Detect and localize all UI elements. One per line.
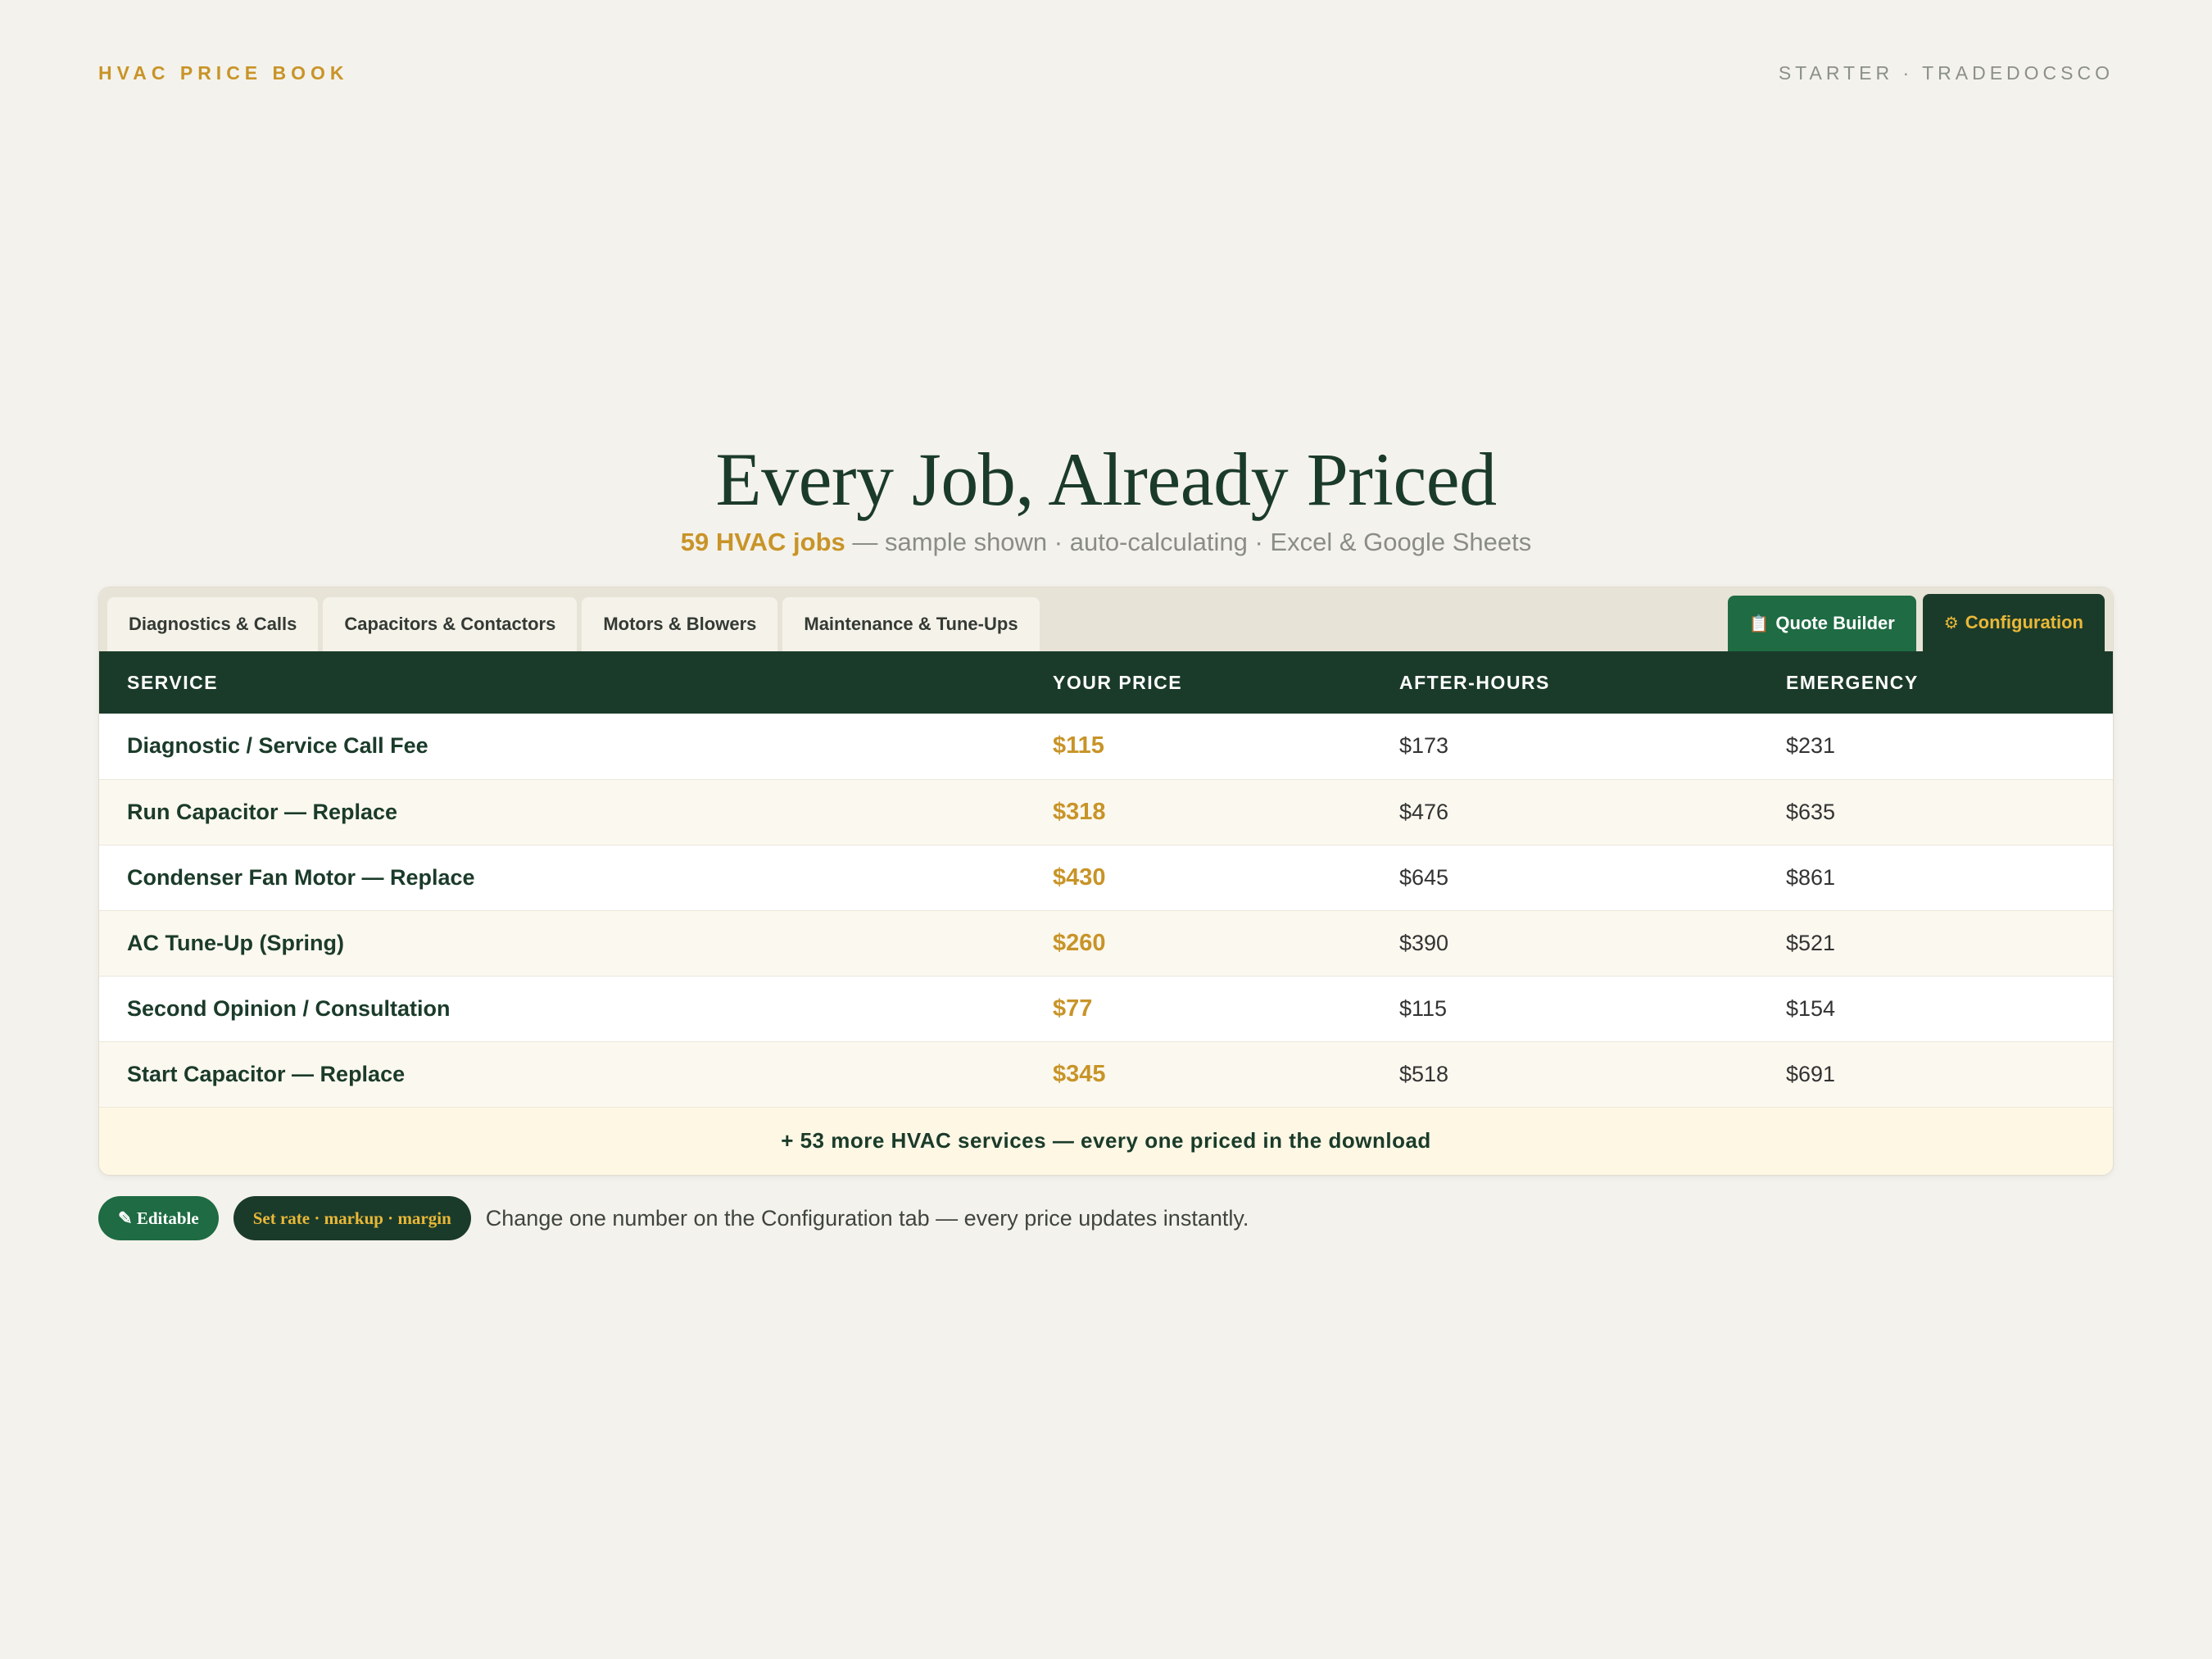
tab-motors-blowers[interactable]: Motors & Blowers — [582, 597, 778, 651]
after-hours-cell[interactable]: $390 — [1371, 910, 1758, 976]
price-cell[interactable]: $318 — [1025, 779, 1371, 845]
page-title: Every Job, Already Priced — [715, 437, 1497, 521]
service-cell[interactable]: Run Capacitor — Replace — [99, 779, 1025, 845]
price-cell[interactable]: $115 — [1025, 714, 1371, 779]
emergency-cell[interactable]: $154 — [1758, 976, 2113, 1041]
tab-diagnostics-calls[interactable]: Diagnostics & Calls — [107, 597, 319, 651]
spreadsheet-preview: Diagnostics & Calls Capacitors & Contact… — [98, 587, 2114, 1176]
table-row[interactable]: Second Opinion / Consultation $77 $115 $… — [99, 976, 2113, 1041]
emergency-cell[interactable]: $521 — [1758, 910, 2113, 976]
configuration-label: Configuration — [1965, 612, 2083, 632]
sheet-actions: 📋 Quote Builder ⚙ Configuration — [1721, 594, 2105, 651]
edition-label: STARTER · TRADEDOCSCO — [1778, 62, 2114, 84]
price-cell[interactable]: $345 — [1025, 1041, 1371, 1107]
hero: Every Job, Already Priced 59 HVAC jobs —… — [0, 434, 2212, 557]
header-service: SERVICE — [127, 671, 219, 693]
footer-row: ✎ Editable Set rate · markup · margin Ch… — [98, 1196, 1249, 1240]
price-cell[interactable]: $260 — [1025, 910, 1371, 976]
service-cell[interactable]: Start Capacitor — Replace — [99, 1041, 1025, 1107]
after-hours-cell[interactable]: $115 — [1371, 976, 1758, 1041]
service-cell[interactable]: Condenser Fan Motor — Replace — [99, 845, 1025, 910]
after-hours-cell[interactable]: $476 — [1371, 779, 1758, 845]
table-row[interactable]: Run Capacitor — Replace $318 $476 $635 — [99, 779, 2113, 845]
clipboard-icon: 📋 — [1748, 614, 1770, 633]
after-hours-cell[interactable]: $173 — [1371, 714, 1758, 779]
price-cell[interactable]: $430 — [1025, 845, 1371, 910]
quote-builder-tab[interactable]: 📋 Quote Builder — [1727, 596, 1916, 651]
service-cell[interactable]: Diagnostic / Service Call Fee — [99, 714, 1025, 779]
emergency-cell[interactable]: $231 — [1758, 714, 2113, 779]
subtitle-text: — sample shown · auto-calculating · Exce… — [852, 528, 1532, 557]
service-cell[interactable]: AC Tune-Up (Spring) — [99, 910, 1025, 976]
brand-label: HVAC PRICE BOOK — [98, 62, 349, 84]
tab-maintenance-tuneups[interactable]: Maintenance & Tune-Ups — [782, 597, 1040, 651]
header-emergency: EMERGENCY — [1786, 671, 1919, 693]
rate-markup-badge: Set rate · markup · margin — [233, 1196, 471, 1240]
after-hours-cell[interactable]: $645 — [1371, 845, 1758, 910]
table-row[interactable]: Diagnostic / Service Call Fee $115 $173 … — [99, 714, 2113, 779]
emergency-cell[interactable]: $861 — [1758, 845, 2113, 910]
table-row[interactable]: Condenser Fan Motor — Replace $430 $645 … — [99, 845, 2113, 910]
after-hours-cell[interactable]: $518 — [1371, 1041, 1758, 1107]
table-row[interactable]: AC Tune-Up (Spring) $260 $390 $521 — [99, 910, 2113, 976]
price-table: SERVICE YOUR PRICE AFTER-HOURS EMERGENCY… — [99, 651, 2113, 1108]
header-after-hours: AFTER-HOURS — [1399, 671, 1550, 693]
page-subtitle: 59 HVAC jobs — sample shown · auto-calcu… — [0, 528, 2212, 557]
editable-badge: ✎ Editable — [98, 1196, 219, 1240]
configuration-tab[interactable]: ⚙ Configuration — [1922, 594, 2105, 651]
header-your-price: YOUR PRICE — [1053, 671, 1183, 693]
footer-note: Change one number on the Configuration t… — [485, 1205, 1249, 1231]
table-row[interactable]: Start Capacitor — Replace $345 $518 $691 — [99, 1041, 2113, 1107]
gear-icon: ⚙ — [1943, 614, 1959, 632]
job-count: 59 HVAC jobs — [680, 528, 845, 557]
emergency-cell[interactable]: $635 — [1758, 779, 2113, 845]
tab-capacitors-contactors[interactable]: Capacitors & Contactors — [323, 597, 578, 651]
more-services-banner: + 53 more HVAC services — every one pric… — [99, 1107, 2113, 1175]
sheet-tab-bar: Diagnostics & Calls Capacitors & Contact… — [99, 587, 2113, 651]
service-cell[interactable]: Second Opinion / Consultation — [99, 976, 1025, 1041]
quote-builder-label: Quote Builder — [1775, 613, 1895, 633]
emergency-cell[interactable]: $691 — [1758, 1041, 2113, 1107]
table-header-row: SERVICE YOUR PRICE AFTER-HOURS EMERGENCY — [99, 651, 2113, 714]
price-cell[interactable]: $77 — [1025, 976, 1371, 1041]
top-bar: HVAC PRICE BOOK STARTER · TRADEDOCSCO — [98, 62, 2114, 84]
